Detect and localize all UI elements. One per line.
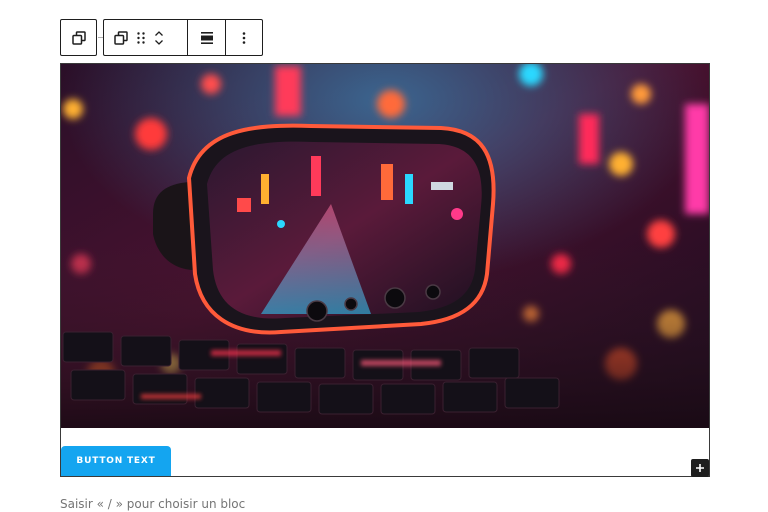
copy-icon — [71, 30, 86, 45]
plus-icon — [695, 463, 705, 473]
block-toolbar — [103, 19, 263, 56]
drag-handle-icon[interactable] — [136, 31, 146, 45]
toolbar-group-block — [104, 20, 188, 55]
copy-icon[interactable] — [114, 30, 128, 45]
selected-image-block[interactable]: BUTTON TEXT — [60, 63, 710, 477]
align-button[interactable] — [188, 20, 226, 55]
chevron-down-icon[interactable] — [154, 39, 164, 46]
add-block-button[interactable] — [691, 459, 709, 477]
more-vertical-icon — [242, 31, 246, 45]
cta-button[interactable]: BUTTON TEXT — [61, 446, 171, 476]
block-movers — [154, 30, 164, 46]
vr-headset-neon-city-image[interactable] — [61, 64, 709, 428]
paragraph-placeholder[interactable]: Saisir « / » pour choisir un bloc — [60, 497, 245, 511]
chevron-up-icon[interactable] — [154, 30, 164, 37]
select-parent-button[interactable] — [60, 19, 97, 56]
align-full-width-icon — [200, 31, 214, 45]
options-button[interactable] — [226, 20, 262, 55]
